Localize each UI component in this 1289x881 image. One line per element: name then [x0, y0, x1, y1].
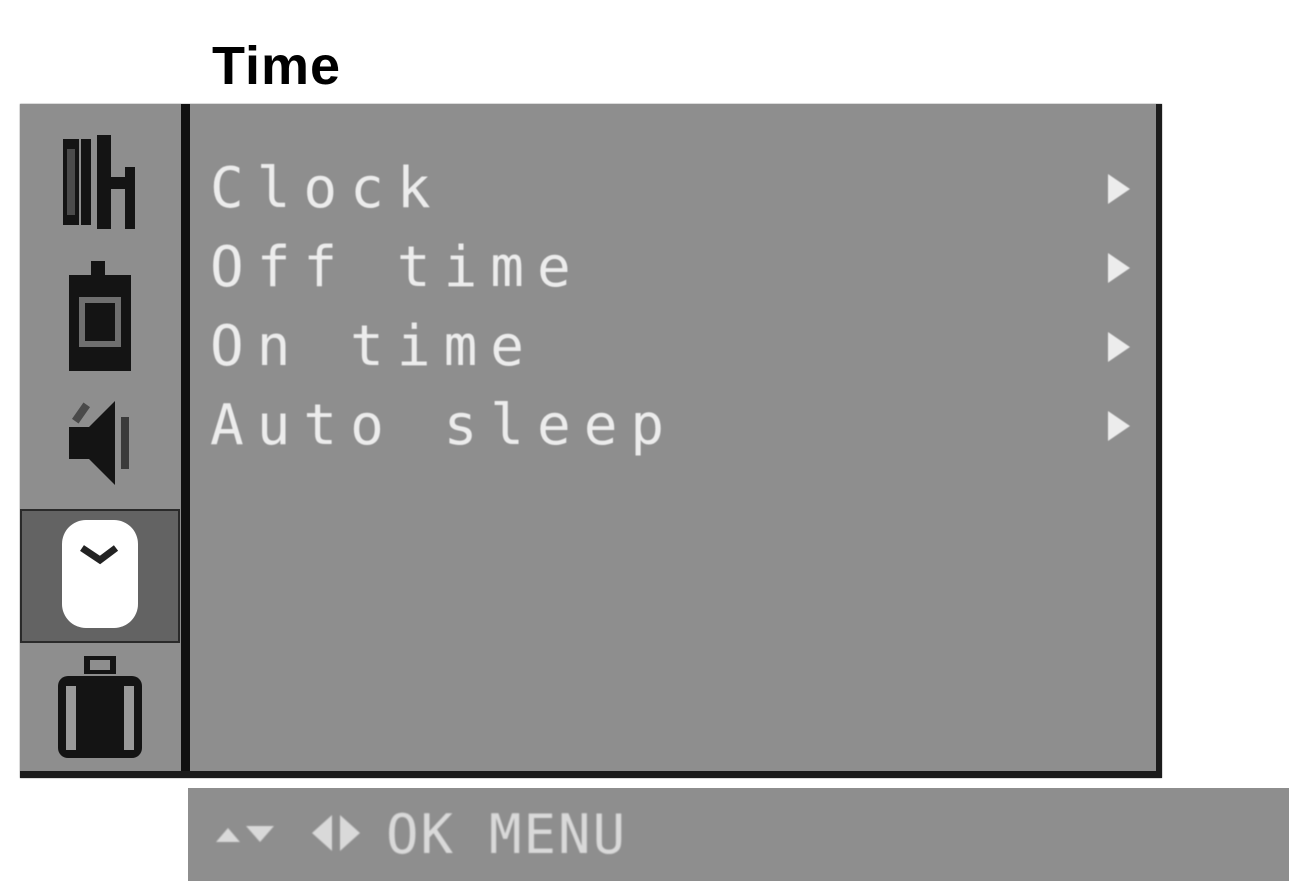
sidebar-item-lock[interactable]	[20, 649, 180, 769]
ok-hint-label: OK	[386, 803, 456, 866]
menu-item-label: Clock	[210, 156, 444, 221]
menu-item-auto-sleep[interactable]: Auto sleep	[210, 386, 1130, 465]
time-menu-list: Clock Off time On time Auto sleep	[210, 149, 1130, 465]
picture-icon	[55, 257, 145, 381]
menu-item-off-time[interactable]: Off time	[210, 228, 1130, 307]
category-sidebar	[20, 104, 180, 771]
menu-hint-label: MENU	[489, 803, 628, 866]
sidebar-item-sound[interactable]	[20, 389, 180, 499]
sidebar-item-time[interactable]	[20, 509, 180, 643]
sidebar-item-channel[interactable]	[20, 124, 180, 244]
menu-item-label: On time	[210, 314, 538, 379]
lock-icon	[50, 652, 150, 766]
channel-icon	[55, 127, 145, 241]
submenu-arrow-icon	[1108, 410, 1130, 441]
navigation-hint-bar: OK MENU	[188, 788, 1289, 881]
menu-item-label: Auto sleep	[210, 393, 678, 458]
menu-item-label: Off time	[210, 235, 584, 300]
submenu-arrow-icon	[1108, 252, 1130, 283]
up-down-arrows-icon	[214, 818, 278, 852]
clock-icon	[50, 514, 150, 638]
osd-menu-panel: Clock Off time On time Auto sleep	[20, 104, 1162, 778]
menu-item-on-time[interactable]: On time	[210, 307, 1130, 386]
submenu-arrow-icon	[1108, 173, 1130, 204]
menu-item-clock[interactable]: Clock	[210, 149, 1130, 228]
speaker-icon	[55, 387, 145, 501]
page-title: Time	[212, 36, 342, 96]
left-right-arrows-icon	[308, 811, 364, 859]
submenu-arrow-icon	[1108, 331, 1130, 362]
sidebar-divider	[181, 104, 190, 771]
sidebar-item-picture[interactable]	[20, 254, 180, 384]
